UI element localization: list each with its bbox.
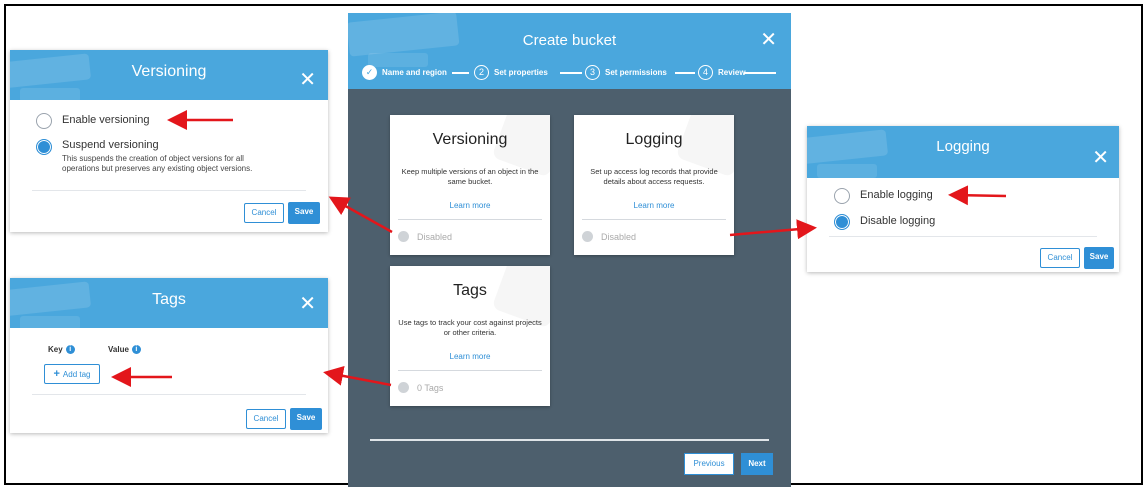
cancel-button[interactable]: Cancel [244, 203, 284, 223]
tags-dialog-header: Tags ✕ [10, 278, 328, 328]
tags-card[interactable]: Tags Use tags to track your cost against… [390, 266, 550, 406]
step-set-properties[interactable]: 2 Set properties [474, 65, 548, 80]
save-button[interactable]: Save [290, 408, 322, 430]
add-tag-button[interactable]: + Add tag [44, 364, 100, 384]
status-dot-icon [582, 231, 593, 242]
close-icon[interactable]: ✕ [299, 70, 316, 90]
step-name-and-region[interactable]: ✓ Name and region [362, 65, 447, 80]
card-title: Logging [625, 131, 683, 148]
enable-logging-label: Enable logging [860, 189, 933, 201]
enable-versioning-label: Enable versioning [62, 114, 150, 126]
suspend-versioning-radio[interactable] [36, 139, 52, 155]
key-column-header: Key i [48, 345, 75, 354]
status-indicator: Disabled [398, 231, 452, 242]
learn-more-link[interactable]: Learn more [574, 201, 734, 210]
wizard-title: Create bucket [522, 32, 617, 49]
card-description: Keep multiple versions of an object in t… [401, 167, 539, 186]
disable-logging-label: Disable logging [860, 215, 936, 227]
suspend-versioning-description: This suspends the creation of object ver… [62, 154, 253, 173]
tags-dialog: Tags ✕ Key i Value i + Add tag Cancel Sa… [10, 278, 328, 433]
learn-more-link[interactable]: Learn more [390, 352, 550, 361]
logging-dialog: Logging ✕ Enable logging Disable logging… [807, 126, 1119, 272]
close-icon[interactable]: ✕ [299, 294, 316, 314]
check-icon: ✓ [362, 65, 377, 80]
enable-logging-radio[interactable] [834, 188, 850, 204]
status-indicator: 0 Tags [398, 382, 443, 393]
info-icon[interactable]: i [65, 345, 75, 354]
enable-versioning-radio[interactable] [36, 113, 52, 129]
card-description: Set up access log records that provide d… [590, 167, 718, 186]
cancel-button[interactable]: Cancel [1040, 248, 1080, 268]
wizard-header: Create bucket ✕ ✓ Name and region 2 Set … [348, 13, 791, 89]
suspend-versioning-label: Suspend versioning [62, 139, 159, 151]
save-button[interactable]: Save [1084, 247, 1114, 269]
versioning-dialog-header: Versioning ✕ [10, 50, 328, 100]
previous-button[interactable]: Previous [684, 453, 734, 475]
save-button[interactable]: Save [288, 202, 320, 224]
value-column-header: Value i [108, 345, 141, 354]
step-set-permissions[interactable]: 3 Set permissions [585, 65, 667, 80]
next-button[interactable]: Next [741, 453, 773, 475]
status-dot-icon [398, 382, 409, 393]
learn-more-link[interactable]: Learn more [390, 201, 550, 210]
close-icon[interactable]: ✕ [760, 30, 777, 50]
logging-dialog-header: Logging ✕ [807, 126, 1119, 178]
status-indicator: Disabled [582, 231, 636, 242]
disable-logging-radio[interactable] [834, 214, 850, 230]
plus-icon: + [53, 368, 60, 380]
logging-card[interactable]: Logging Set up access log records that p… [574, 115, 734, 255]
card-title: Tags [453, 282, 487, 299]
versioning-dialog: Versioning ✕ Enable versioning Suspend v… [10, 50, 328, 232]
status-dot-icon [398, 231, 409, 242]
wizard-steps: ✓ Name and region 2 Set properties 3 Set… [348, 65, 791, 85]
close-icon[interactable]: ✕ [1092, 148, 1109, 168]
card-description: Use tags to track your cost against proj… [398, 318, 542, 337]
versioning-card[interactable]: Versioning Keep multiple versions of an … [390, 115, 550, 255]
dialog-title: Tags [152, 291, 186, 308]
create-bucket-wizard: Create bucket ✕ ✓ Name and region 2 Set … [348, 13, 791, 487]
info-icon[interactable]: i [131, 345, 141, 354]
step-review[interactable]: 4 Review [698, 65, 746, 80]
dialog-title: Logging [936, 138, 990, 155]
card-title: Versioning [432, 131, 508, 148]
dialog-title: Versioning [131, 63, 207, 80]
cancel-button[interactable]: Cancel [246, 409, 286, 429]
